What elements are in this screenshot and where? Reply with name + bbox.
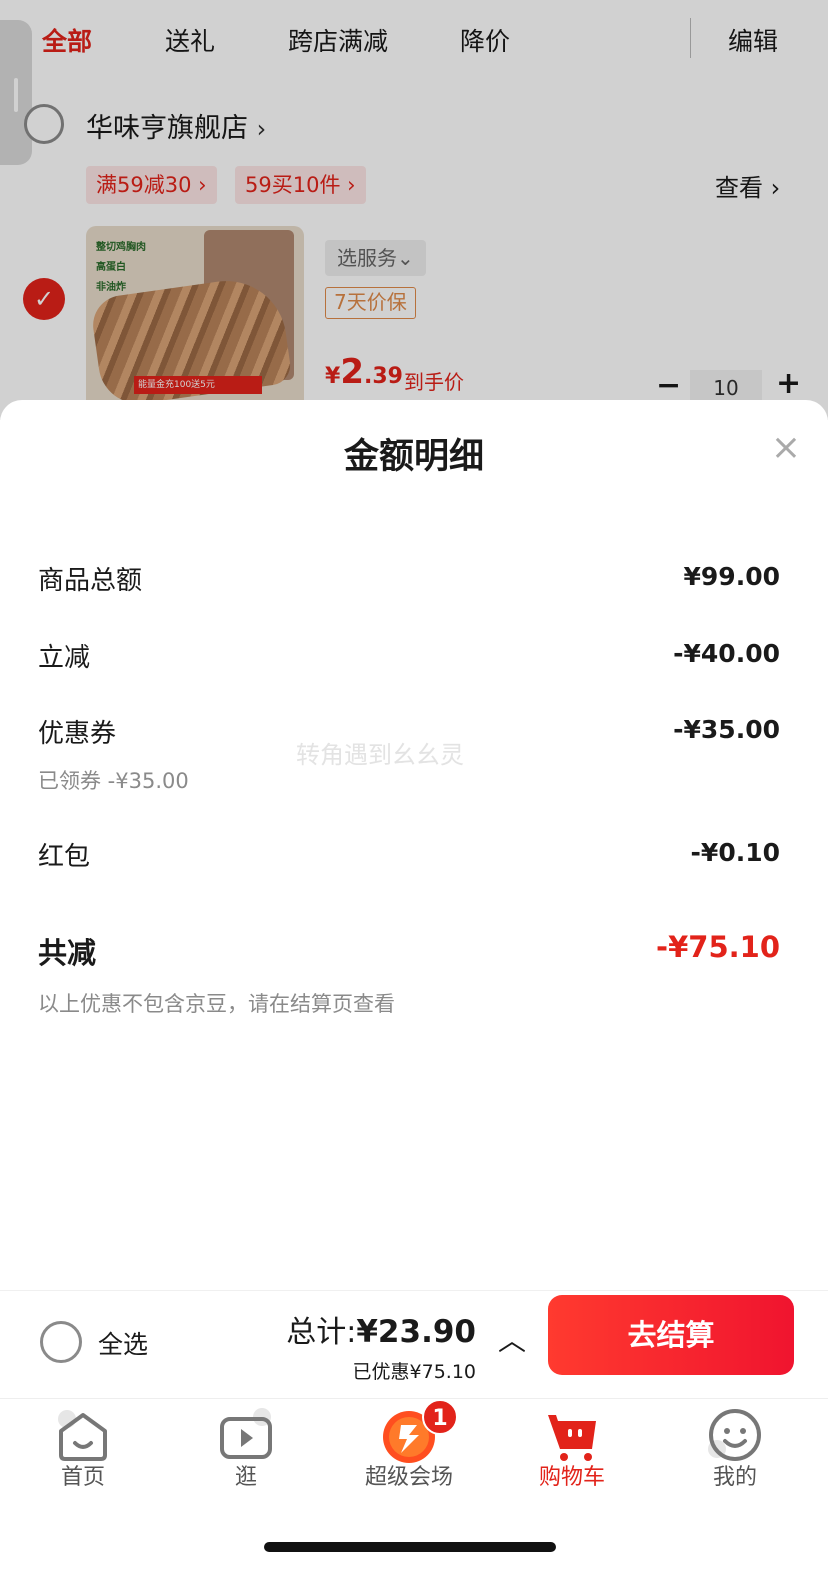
row-label-red-packet: 红包 [38, 842, 91, 872]
close-icon[interactable]: × [768, 430, 804, 466]
row-label-goods-total: 商品总额 [38, 566, 143, 596]
sheet-title: 金额明细 [343, 437, 484, 477]
home-indicator[interactable] [264, 1542, 556, 1552]
select-all-radio[interactable] [40, 1321, 82, 1363]
modal-overlay[interactable] [0, 0, 828, 420]
discount-note: 以上优惠不包含京豆，请在结算页查看 [38, 992, 395, 1016]
checkout-bar: 全选 总计:¥23.90 已优惠¥75.10 ︿ 去结算 [0, 1290, 828, 1400]
row-value-coupon: -¥35.00 [673, 715, 780, 744]
cart-background: 全部 送礼 跨店满减 降价 编辑 华味亨旗舰店 › 满59减30 › 59买10… [0, 0, 828, 420]
tab-super-venue-label: 超级会场 [364, 1465, 453, 1490]
play-icon [220, 1408, 272, 1459]
tab-home[interactable]: 首页 [0, 1399, 166, 1509]
tab-browse-label: 逛 [234, 1465, 257, 1490]
notification-badge: 1 [422, 1399, 458, 1435]
row-label-coupon: 优惠券 [38, 719, 117, 749]
total-discount-value: -¥75.10 [656, 930, 780, 964]
total-amount: 总计:¥23.90 [286, 1314, 476, 1350]
cart-icon [548, 1415, 596, 1461]
tab-profile[interactable]: 我的 [652, 1399, 818, 1509]
tab-browse[interactable]: 逛 [163, 1399, 329, 1509]
bottom-tab-bar: 首页 逛 超级会场 购物车 我的 1 [0, 1398, 828, 1518]
select-all-label[interactable]: 全选 [98, 1325, 148, 1361]
watermark: 转角遇到幺幺灵 [296, 741, 464, 769]
row-value-instant-discount: -¥40.00 [673, 639, 780, 668]
chevron-up-icon[interactable]: ︿ [498, 1319, 526, 1359]
total-discount-label: 共减 [38, 936, 97, 970]
amount-detail-sheet: 金额明细 × 商品总额 ¥99.00 立减 -¥40.00 优惠券 -¥35.0… [0, 400, 828, 1290]
row-label-instant-discount: 立减 [38, 643, 91, 673]
checkout-button[interactable]: 去结算 [548, 1295, 794, 1375]
profile-icon [708, 1409, 761, 1461]
tab-cart[interactable]: 购物车 [489, 1399, 655, 1509]
tab-home-label: 首页 [60, 1465, 105, 1490]
row-value-red-packet: -¥0.10 [690, 838, 780, 867]
row-sub-coupon: 已领券 -¥35.00 [38, 769, 189, 793]
tab-profile-label: 我的 [712, 1465, 757, 1490]
saved-amount: 已优惠¥75.10 [352, 1361, 476, 1383]
home-icon [58, 1410, 107, 1461]
tab-cart-label: 购物车 [538, 1465, 605, 1490]
row-value-goods-total: ¥99.00 [683, 562, 780, 591]
tab-super-venue[interactable]: 超级会场 [326, 1399, 492, 1509]
